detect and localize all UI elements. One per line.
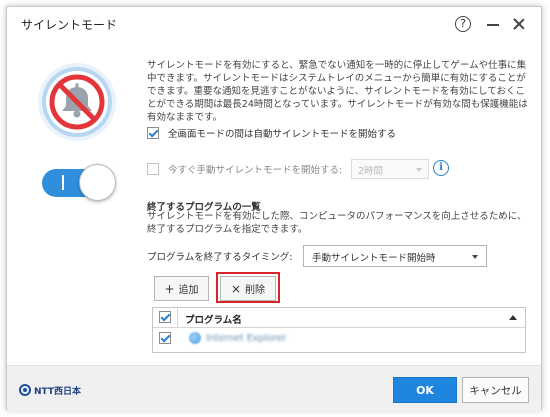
add-button-label: 追加 (178, 285, 199, 296)
silent-mode-toggle[interactable] (42, 164, 116, 202)
select-all-checkbox[interactable] (159, 311, 171, 323)
internet-explorer-icon (189, 332, 201, 344)
info-icon[interactable]: i (433, 160, 449, 176)
delete-program-button[interactable]: × 削除 (220, 276, 276, 301)
title-bar: サイレントモード ? (7, 7, 541, 41)
row-checkbox[interactable] (159, 332, 171, 344)
manual-start-option[interactable]: 今すぐ手動サイレントモードを開始する: (147, 161, 342, 177)
program-table: プログラム名 Internet Explorer (152, 307, 526, 353)
dialog-footer: NTT西日本 OK キャンセル (7, 365, 541, 411)
ntt-logo-mark (19, 384, 31, 396)
timing-label: プログラムを終了するタイミング: (147, 252, 293, 263)
programs-section-description: サイレントモードを有効にした際、コンピュータのパフォーマンスを向上させるために、… (147, 211, 527, 235)
chevron-down-icon (472, 255, 478, 259)
muted-bell-icon (38, 63, 116, 141)
silent-mode-dialog: サイレントモード ? サイレントモードを有効にすると、緊急でない通知を一時的に停… (6, 6, 542, 411)
table-header: プログラム名 (153, 308, 525, 328)
program-name: Internet Explorer (206, 333, 287, 344)
ok-button[interactable]: OK (393, 377, 457, 403)
cancel-button[interactable]: キャンセル (462, 377, 529, 403)
manual-start-checkbox[interactable] (147, 163, 159, 175)
auto-fullscreen-label: 全画面モードの間は自動サイレントモードを開始する (168, 129, 397, 140)
x-icon: × (230, 281, 242, 296)
duration-value: 2時間 (358, 166, 384, 177)
auto-fullscreen-option[interactable]: 全画面モードの間は自動サイレントモードを開始する (147, 125, 396, 141)
add-program-button[interactable]: + 追加 (154, 276, 209, 301)
toggle-on-mark (62, 175, 64, 190)
sort-ascending-icon[interactable] (509, 315, 517, 320)
chevron-down-icon (416, 168, 422, 172)
logo-text: NTT西日本 (34, 386, 82, 397)
column-divider (177, 308, 178, 328)
auto-fullscreen-checkbox[interactable] (147, 127, 159, 139)
timing-value: 手動サイレントモード開始時 (312, 253, 436, 264)
table-row[interactable]: Internet Explorer (153, 329, 525, 349)
duration-select: 2時間 (351, 159, 429, 179)
window-title: サイレントモード (21, 18, 118, 32)
help-icon[interactable]: ? (455, 16, 471, 32)
toggle-knob[interactable] (79, 164, 116, 201)
close-icon[interactable] (511, 16, 527, 32)
delete-button-label: 削除 (245, 285, 266, 296)
silent-mode-description: サイレントモードを有効にすると、緊急でない通知を一時的に停止してゲームや仕事に集… (147, 60, 528, 123)
plus-icon: + (164, 281, 175, 296)
minimize-icon[interactable] (487, 24, 499, 26)
program-name-column-header[interactable]: プログラム名 (185, 312, 242, 326)
manual-start-label: 今すぐ手動サイレントモードを開始する: (168, 165, 343, 176)
timing-select[interactable]: 手動サイレントモード開始時 (303, 245, 487, 267)
ntt-west-logo: NTT西日本 (19, 383, 81, 397)
